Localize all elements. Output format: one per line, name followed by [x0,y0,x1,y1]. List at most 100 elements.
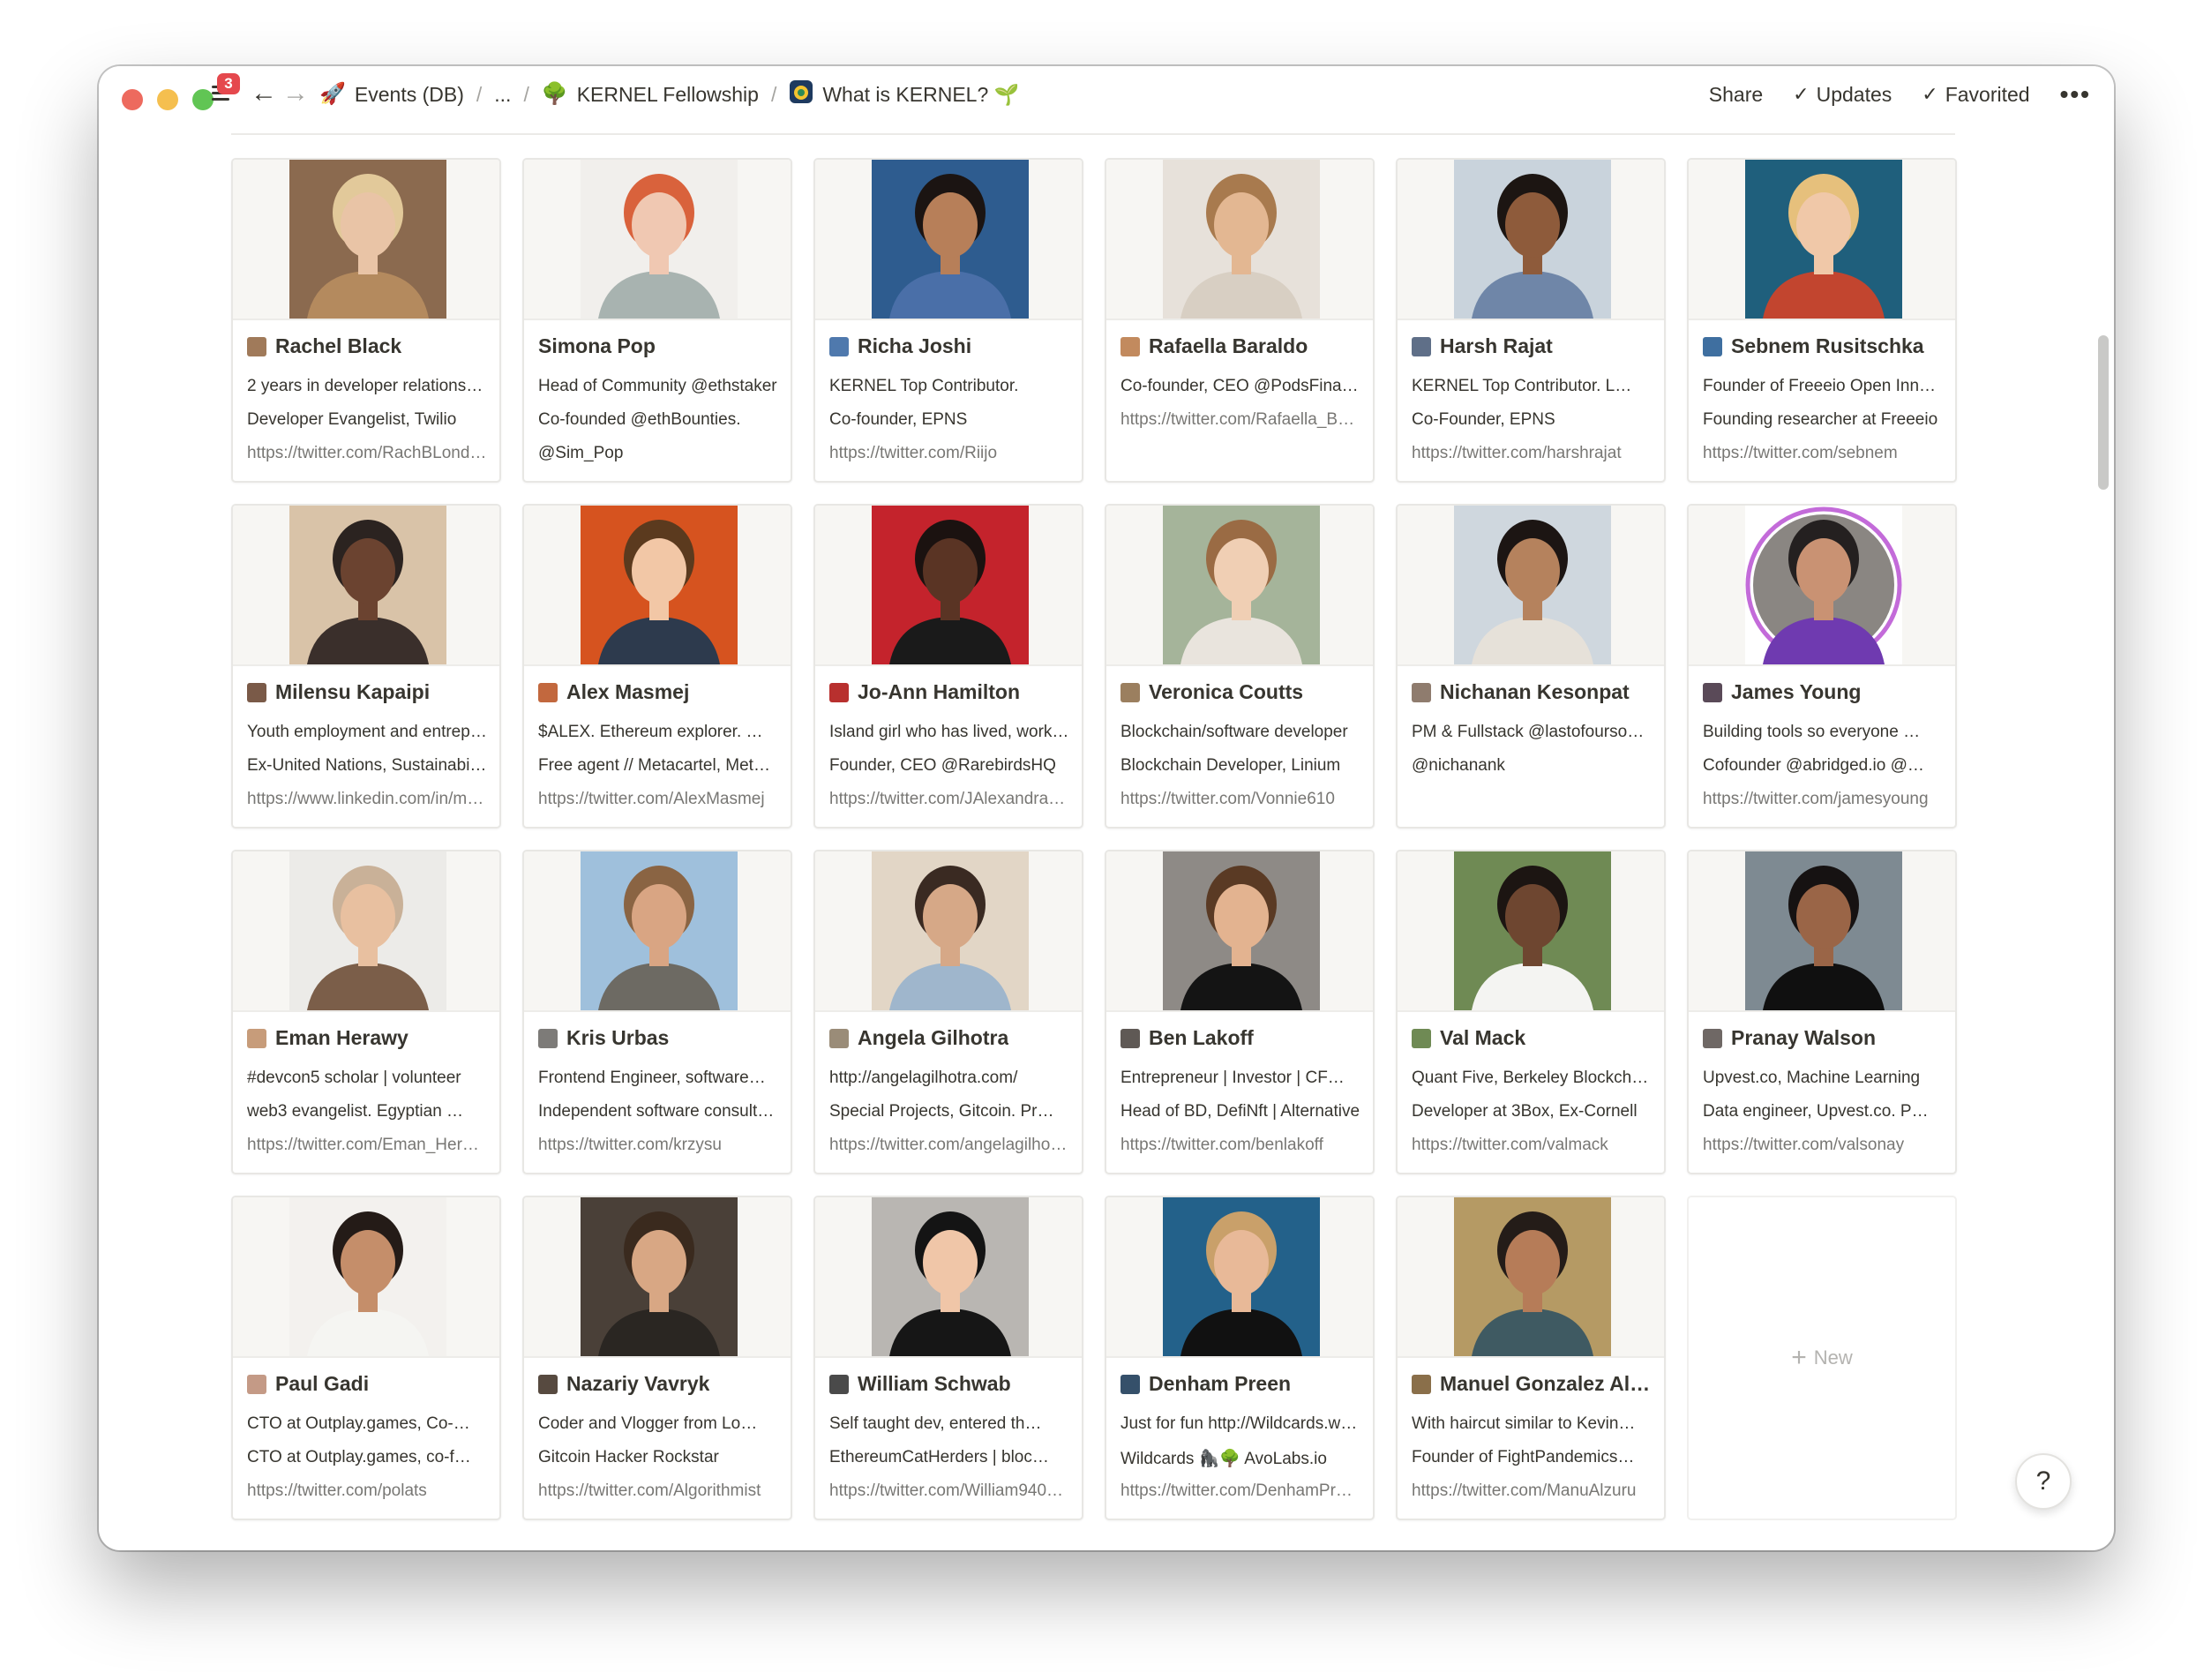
favorite-button[interactable]: ✓ Favorited [1922,83,2029,107]
card-title: Manuel Gonzalez Alzuru [1412,1372,1652,1396]
card-property: Entrepreneur | Investor | CF… [1120,1069,1345,1087]
card-name: Rachel Black [275,334,402,357]
gallery-card[interactable]: Richa Joshi KERNEL Top Contributor. Co-fou… [813,158,1083,483]
card-property: https://twitter.com/JAlexandraHamilton [829,790,1069,808]
card-cover [815,1197,1082,1358]
profile-photo [581,506,738,664]
scrollbar[interactable] [2098,335,2109,490]
profile-photo [1454,160,1611,319]
page-icon [829,336,849,356]
close-window-button[interactable] [122,89,143,110]
new-card-button[interactable]: + New [1687,1196,1957,1520]
card-title: Richa Joshi [829,334,1069,358]
gallery-card[interactable]: Kris Urbas Frontend Engineer, software… In… [522,850,792,1174]
gallery-card[interactable]: Val Mack Quant Five, Berkeley Blockchain D… [1396,850,1666,1174]
card-property: https://twitter.com/polats [247,1481,427,1500]
share-button[interactable]: Share [1709,83,1763,107]
breadcrumb-what-is-kernel[interactable]: What is KERNEL? 🌱 [789,79,1019,109]
breadcrumb-label: KERNEL Fellowship [576,82,759,106]
card-property: Founder, CEO @RarebirdsHQ [829,756,1056,775]
page-icon [1120,1374,1140,1394]
card-title: Harsh Rajat [1412,334,1652,358]
gallery-card[interactable]: James Young Building tools so everyone … C… [1687,504,1957,829]
card-cover [233,160,499,320]
card-cover [233,851,499,1012]
help-button[interactable]: ? [2015,1453,2072,1510]
card-property: web3 evangelist. Egyptian … [247,1102,464,1121]
gallery-card[interactable]: Jo-Ann Hamilton Island girl who has lived… [813,504,1083,829]
card-title: Denham Preen [1120,1372,1360,1396]
profile-photo [872,1197,1029,1356]
card-title: Milensu Kapaipi [247,680,487,704]
page-icon [247,336,266,356]
gallery-card[interactable]: Sebnem Rusitschka Founder of Freeeio Open… [1687,158,1957,483]
card-property: Coder and Vlogger from Lo… [538,1414,758,1433]
card-cover [524,1197,791,1358]
gallery-card[interactable]: Harsh Rajat KERNEL Top Contributor. L… Co-… [1396,158,1666,483]
card-property: Blockchain/software developer [1120,723,1348,741]
gallery-card[interactable]: Milensu Kapaipi Youth employment and entr… [231,504,501,829]
gallery-card[interactable]: Angela Gilhotra http://angelagilhotra.com… [813,850,1083,1174]
card-cover [524,506,791,666]
updates-button[interactable]: ✓ Updates [1793,83,1892,107]
back-arrow-icon[interactable]: ← [251,80,277,107]
gallery-card[interactable]: Ben Lakoff Entrepreneur | Investor | CF… H… [1105,850,1375,1174]
breadcrumb-kernel-fellowship[interactable]: 🌳 KERNEL Fellowship [542,82,759,107]
card-name: Alex Masmej [566,680,690,703]
gallery-card[interactable]: Simona Pop Head of Community @ethstaker Co… [522,158,792,483]
gallery-card[interactable]: Manuel Gonzalez Alzuru With haircut simil… [1396,1196,1666,1520]
breadcrumb-events-db[interactable]: 🚀 Events (DB) [319,82,464,107]
topbar-actions: Share ✓ Updates ✓ Favorited ••• [1709,79,2091,110]
card-name: Milensu Kapaipi [275,680,431,703]
page-icon [1412,336,1431,356]
card-property: https://twitter.com/RachBLondon [247,444,487,462]
minimize-window-button[interactable] [157,89,178,110]
gallery-card[interactable]: Rachel Black 2 years in developer relatio… [231,158,501,483]
card-property: Youth employment and entrepreneurship [247,723,487,741]
more-options-icon[interactable]: ••• [2060,80,2091,109]
breadcrumb-ellipsis[interactable]: ... [494,83,511,107]
gallery-card[interactable]: Denham Preen Just for fun http://Wildcard… [1105,1196,1375,1520]
card-title: Simona Pop [538,334,778,358]
card-name: James Young [1731,680,1862,703]
title-bar: 3 ← → 🚀 Events (DB) / ... / 🌳 KERNEL Fel… [99,66,2114,121]
card-title: Eman Herawy [247,1026,487,1050]
gallery-card[interactable]: Rafaella Baraldo Co-founder, CEO @PodsFin… [1105,158,1375,483]
card-cover [1689,506,1955,666]
card-name: Pranay Walson [1731,1026,1877,1049]
gallery-card[interactable]: Eman Herawy #devcon5 scholar | volunteer w… [231,850,501,1174]
card-title: Nazariy Vavryk [538,1372,778,1396]
page-icon [247,1374,266,1394]
profile-photo [1745,851,1902,1010]
gallery-card[interactable]: Alex Masmej $ALEX. Ethereum explorer. … Fr… [522,504,792,829]
gallery-card[interactable]: William Schwab Self taught dev, entered t… [813,1196,1083,1520]
card-property: Co-founded @ethBounties. [538,410,741,429]
gallery-card[interactable]: Veronica Coutts Blockchain/software devel… [1105,504,1375,829]
share-label: Share [1708,82,1764,106]
card-property: https://twitter.com/jamesyoung [1703,790,1929,808]
gallery-card[interactable]: Nazariy Vavryk Coder and Vlogger from Lo…… [522,1196,792,1520]
new-card-label: New [1813,1346,1853,1369]
breadcrumb-label: What is KERNEL? 🌱 [822,82,1020,106]
card-property: https://twitter.com/ManuAlzuru [1412,1481,1637,1500]
card-cover [524,851,791,1012]
rocket-icon: 🚀 [319,82,346,106]
gallery-card[interactable]: Pranay Walson Upvest.co, Machine Learning… [1687,850,1957,1174]
forward-arrow-icon[interactable]: → [282,80,309,107]
card-cover [815,851,1082,1012]
gallery-card[interactable]: Paul Gadi CTO at Outplay.games, Co-… CTO a… [231,1196,501,1520]
card-title: Paul Gadi [247,1372,487,1396]
kernel-logo-icon [789,79,813,109]
breadcrumb-label: ... [494,82,512,106]
card-name: Paul Gadi [275,1372,370,1395]
card-title: Angela Gilhotra [829,1026,1069,1050]
card-cover [815,160,1082,320]
card-cover [1106,1197,1373,1358]
card-property: Independent software consultant [538,1102,778,1121]
card-name: Sebnem Rusitschka [1731,334,1924,357]
gallery-card[interactable]: Nichanan Kesonpat PM & Fullstack @lastofo… [1396,504,1666,829]
profile-photo [1454,1197,1611,1356]
card-cover [1398,1197,1664,1358]
profile-photo [1745,160,1902,319]
card-property: Head of BD, DefiNft | Alternative [1120,1102,1360,1121]
